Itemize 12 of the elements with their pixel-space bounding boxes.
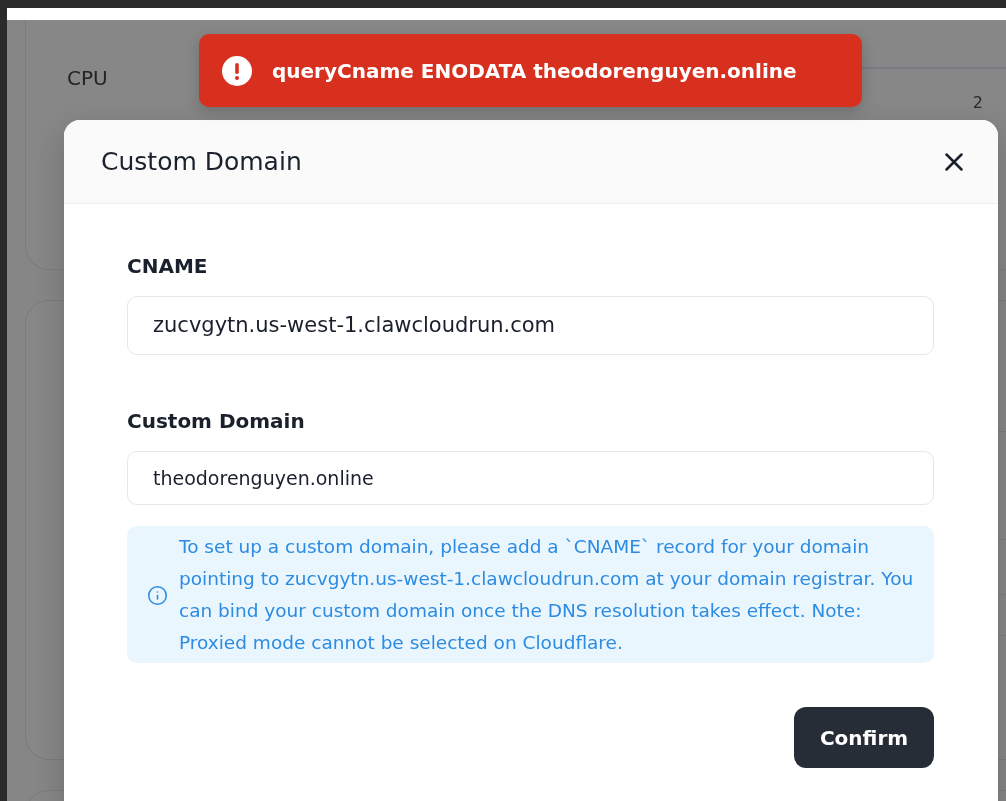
toast-message: queryCname ENODATA theodorenguyen.online bbox=[272, 58, 797, 83]
info-icon bbox=[147, 584, 168, 606]
text-field[interactable]: zucvgytn.us-west-1.clawcloudrun.com bbox=[127, 296, 934, 355]
confirm-button[interactable]: Confirm bbox=[794, 707, 934, 768]
exclamation-icon bbox=[222, 55, 252, 86]
field-label: CNAME bbox=[127, 253, 208, 280]
notice-text: To set up a custom domain, please add a `CNAME` record for your domain pointing to zucvgytn.us-west-1.clawcloudrun.com at your domain registrar. You can bind your custom domain once the DNS resolution takes effect. Note: Proxied mode cannot be selected on Cloudflare. bbox=[179, 535, 914, 655]
dialog-title: Custom Domain bbox=[101, 147, 302, 176]
card-title: CPU bbox=[67, 66, 108, 90]
field-label: Custom Domain bbox=[127, 408, 305, 435]
axis-tick-label: 2 bbox=[972, 93, 983, 113]
text-field[interactable]: theodorenguyen.online bbox=[127, 451, 934, 505]
